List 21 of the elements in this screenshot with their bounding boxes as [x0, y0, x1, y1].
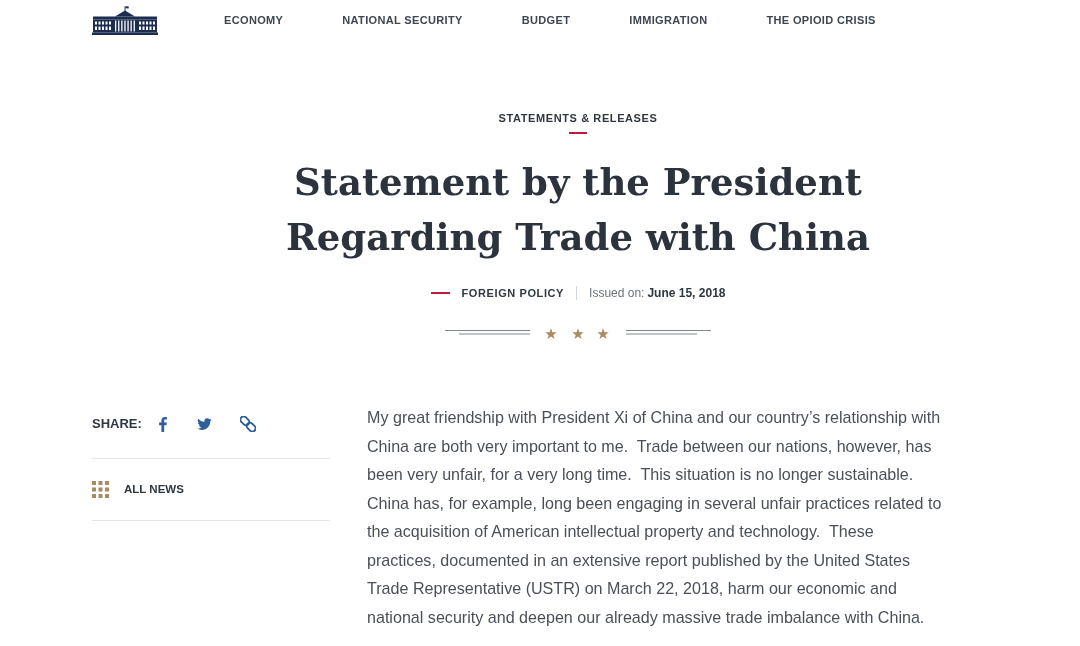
nav-link[interactable]: THE OPIOID CRISIS: [766, 11, 876, 29]
all-news-link[interactable]: ALL NEWS: [92, 459, 330, 520]
copy-link-button[interactable]: [239, 416, 256, 432]
category-link[interactable]: STATEMENTS & RELEASES: [498, 111, 658, 125]
share-label: SHARE:: [92, 415, 142, 434]
building-logo-icon[interactable]: [92, 5, 158, 35]
article-paragraph: My great friendship with President Xi of China and our country’s relationship with China are both very important to me. Trade between our nations, however, has been very unfair, for a very long time. This situation is no longer sustainable. China has, for example, long been engaging in several unfair practices related to the acquisition of American intellectual property and technology. These practices, documented in an extensive report published by the United States Trade Representative (USTR) on March 22, 2018, harm our economic and national security and deepen our already massive trade imbalance with China.: [367, 407, 943, 628]
facebook-share-button[interactable]: [158, 416, 167, 432]
nav-link[interactable]: BUDGET: [521, 11, 571, 29]
nav-link[interactable]: IMMIGRATION: [629, 11, 708, 29]
grid-icon: [92, 481, 109, 498]
issued-label: Issued on:: [589, 285, 645, 301]
nav-link[interactable]: ECONOMY: [224, 11, 284, 29]
bird-icon: [196, 418, 212, 430]
twitter-share-button[interactable]: [196, 418, 212, 430]
topic-link[interactable]: FOREIGN POLICY: [461, 285, 565, 301]
nav-link[interactable]: NATIONAL SECURITY: [342, 11, 463, 29]
issued-date: June 15, 2018: [647, 285, 726, 301]
article-title: Statement by the President Regarding Trade with China: [285, 159, 871, 261]
facebook-icon: [158, 416, 167, 432]
chain-link-icon: [239, 416, 256, 432]
